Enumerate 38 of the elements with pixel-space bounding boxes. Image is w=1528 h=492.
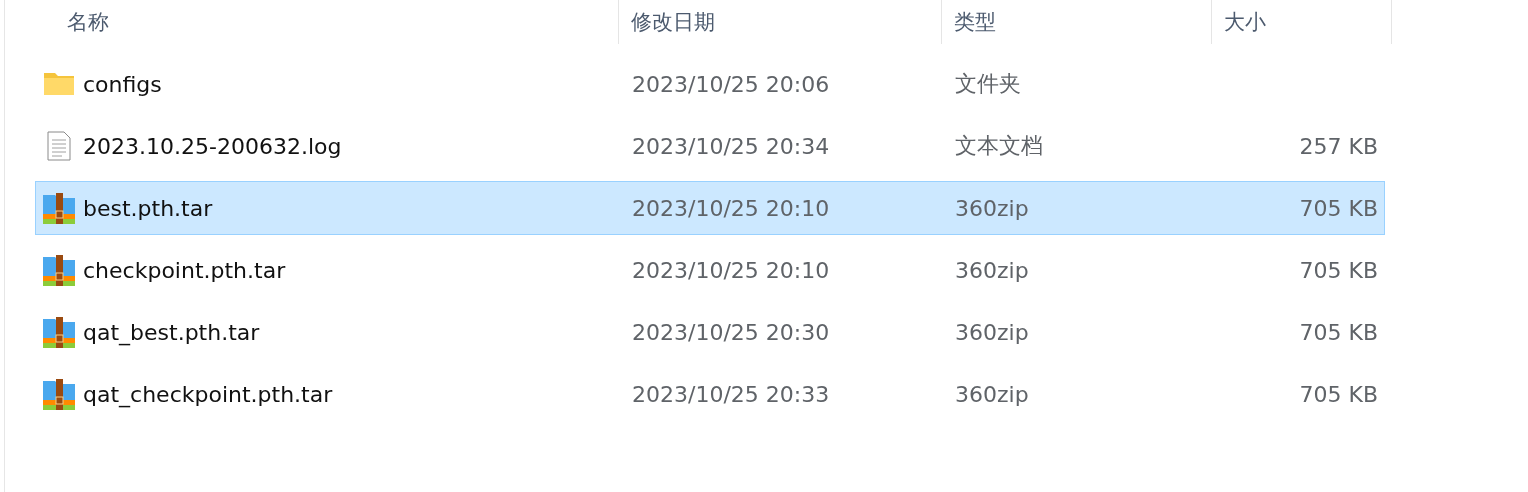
- file-size: 705 KB: [1299, 381, 1379, 407]
- column-header[interactable]: 类型: [942, 0, 1212, 44]
- file-name: configs: [83, 71, 162, 97]
- column-header[interactable]: 大小: [1212, 0, 1392, 44]
- file-name: qat_checkpoint.pth.tar: [83, 381, 333, 407]
- file-name: 2023.10.25-200632.log: [83, 133, 342, 159]
- file-row[interactable]: qat_checkpoint.pth.tar 2023/10/25 20:33 360zip 705 KB: [35, 367, 1385, 421]
- file-row[interactable]: 2023.10.25-200632.log 2023/10/25 20:34 文本文档 257 KB: [35, 119, 1385, 173]
- column-header[interactable]: 名称: [35, 0, 619, 44]
- modified-date: 2023/10/25 20:34: [631, 133, 830, 159]
- file-size: 705 KB: [1299, 319, 1379, 345]
- modified-date: 2023/10/25 20:06: [631, 71, 830, 97]
- file-type: 360zip: [954, 257, 1029, 283]
- file-size: 705 KB: [1299, 257, 1379, 283]
- file-name: qat_best.pth.tar: [83, 319, 260, 345]
- file-type: 360zip: [954, 195, 1029, 221]
- modified-date: 2023/10/25 20:10: [631, 257, 830, 283]
- file-name: checkpoint.pth.tar: [83, 257, 286, 283]
- modified-date: 2023/10/25 20:30: [631, 319, 830, 345]
- file-row[interactable]: best.pth.tar 2023/10/25 20:10 360zip 705 KB: [35, 181, 1385, 235]
- file-name: best.pth.tar: [83, 195, 213, 221]
- folder-icon: [43, 71, 75, 97]
- file-row[interactable]: qat_best.pth.tar 2023/10/25 20:30 360zip 705 KB: [35, 305, 1385, 359]
- file-type: 文件夹: [954, 70, 1021, 98]
- file-row[interactable]: checkpoint.pth.tar 2023/10/25 20:10 360zip 705 KB: [35, 243, 1385, 297]
- file-type: 360zip: [954, 381, 1029, 407]
- archive-icon: [43, 254, 75, 286]
- modified-date: 2023/10/25 20:10: [631, 195, 830, 221]
- archive-icon: [43, 378, 75, 410]
- file-size: 257 KB: [1299, 133, 1379, 159]
- file-type: 360zip: [954, 319, 1029, 345]
- file-type: 文本文档: [954, 132, 1043, 160]
- modified-date: 2023/10/25 20:33: [631, 381, 830, 407]
- column-header[interactable]: 修改日期: [619, 0, 942, 44]
- archive-icon: [43, 316, 75, 348]
- file-size: 705 KB: [1299, 195, 1379, 221]
- archive-icon: [43, 192, 75, 224]
- file-row[interactable]: configs 2023/10/25 20:06 文件夹: [35, 57, 1385, 111]
